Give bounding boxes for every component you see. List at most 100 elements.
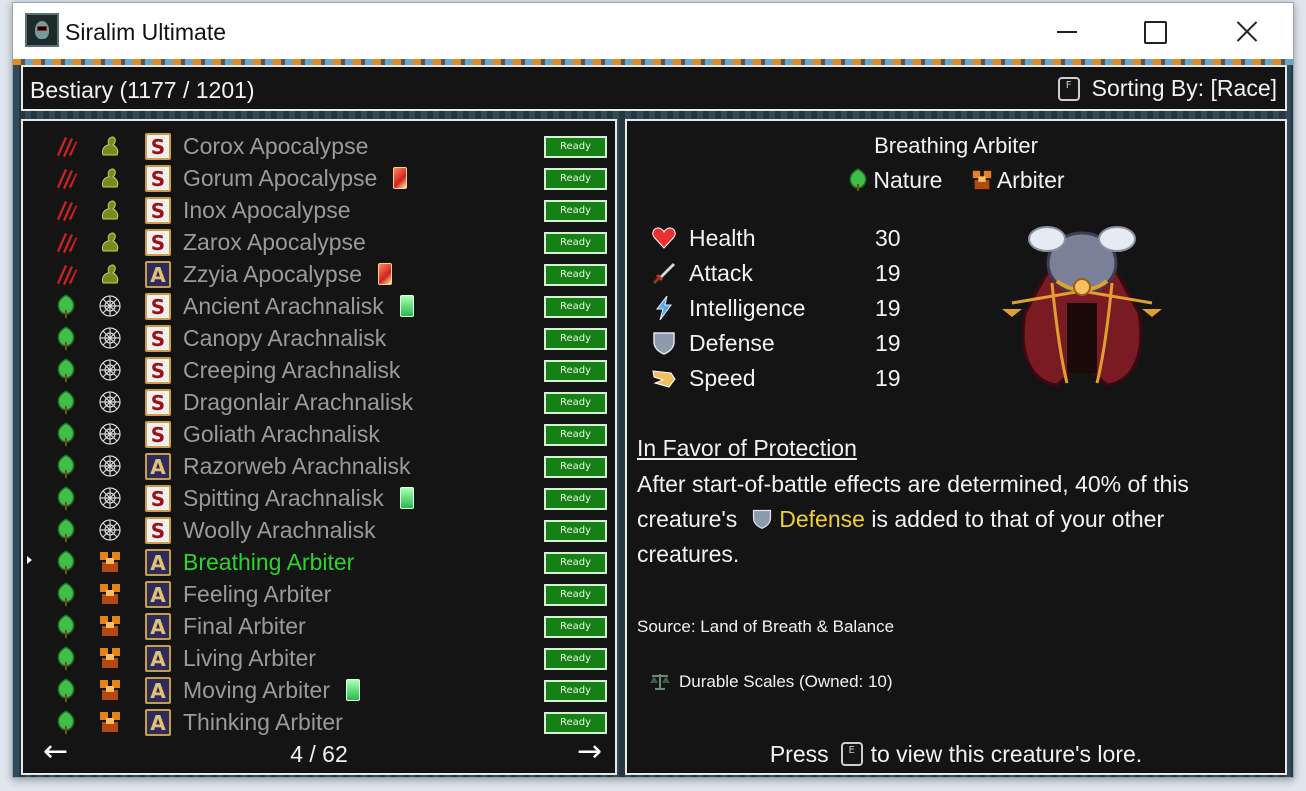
ready-badge[interactable]: Ready [544,360,607,382]
keyboard-key-icon: E [840,742,863,766]
list-item[interactable]: A Breathing Arbiter Ready [23,545,615,577]
ready-badge[interactable]: Ready [544,488,607,510]
ready-badge[interactable]: Ready [544,296,607,318]
ready-badge[interactable]: Ready [544,232,607,254]
list-item[interactable]: A Final Arbiter Ready [23,609,615,641]
ready-badge[interactable]: Ready [544,552,607,574]
nature-class-icon [57,582,75,606]
ready-badge[interactable]: Ready [544,392,607,414]
nature-class-icon [57,358,75,382]
minimize-button[interactable] [1019,3,1111,59]
list-item[interactable]: S Woolly Arachnalisk Ready [23,513,615,545]
ready-badge[interactable]: Ready [544,424,607,446]
ready-badge[interactable]: Ready [544,680,607,702]
stat-value: 30 [875,225,901,251]
list-item[interactable]: A Zzyia Apocalypse Ready [23,257,615,289]
list-item[interactable]: S Goliath Arachnalisk Ready [23,417,615,449]
nature-class-icon [57,294,75,318]
material-line: Durable Scales (Owned: 10) [649,671,893,693]
arachnalisk-race-icon [99,391,121,413]
ready-badge[interactable]: Ready [544,648,607,670]
title-bar[interactable]: Siralim Ultimate [13,3,1293,59]
maximize-button[interactable] [1109,3,1201,59]
rank-badge-icon: S [145,197,171,224]
nature-class-icon [57,454,75,478]
ready-badge[interactable]: Ready [544,616,607,638]
close-button[interactable] [1199,3,1291,59]
creature-detail-panel: Breathing Arbiter Nature Arbiter Health … [625,119,1287,775]
creature-name: Living Arbiter [183,645,316,671]
sort-control[interactable]: F Sorting By: [Race] [1057,75,1277,102]
stat-defense: Defense 19 [651,326,911,361]
arachnalisk-race-icon [99,455,121,477]
list-item[interactable]: A Living Arbiter Ready [23,641,615,673]
rank-badge-icon: S [145,517,171,544]
next-page-arrow-icon[interactable]: → [577,737,602,767]
red-card-icon [377,263,392,285]
trait-line: creature's Defense is added to that of yo… [637,506,1165,532]
ready-badge[interactable]: Ready [544,712,607,734]
creature-name: Spitting Arachnalisk [183,485,414,512]
sword-icon [652,263,675,285]
ready-badge[interactable]: Ready [544,584,607,606]
green-card-icon [399,487,414,509]
list-item[interactable]: A Razorweb Arachnalisk Ready [23,449,615,481]
rank-badge-icon: S [145,293,171,320]
creature-name: Gorum Apocalypse [183,165,408,192]
ready-badge[interactable]: Ready [544,200,607,222]
list-item[interactable]: S Corox Apocalypse Ready [23,129,615,161]
lightning-icon [655,295,672,321]
list-item[interactable]: S Zarox Apocalypse Ready [23,225,615,257]
ready-badge[interactable]: Ready [544,456,607,478]
arbiter-race-icon [100,584,120,604]
rank-badge-icon: A [145,581,171,608]
list-item[interactable]: S Canopy Arachnalisk Ready [23,321,615,353]
rank-badge-icon: A [145,549,171,576]
chaos-class-icon [57,265,77,285]
ready-badge[interactable]: Ready [544,520,607,542]
arbiter-race-icon [100,680,120,700]
ready-badge[interactable]: Ready [544,328,607,350]
ready-badge[interactable]: Ready [544,264,607,286]
apocalypse-race-icon [102,232,119,252]
trait-line: After start-of-battle effects are determ… [637,471,1189,497]
lore-prompt[interactable]: Press Eto view this creature's lore. [627,741,1285,768]
creature-list-panel: S Corox Apocalypse Ready S Gorum Apocalypse R… [21,119,617,775]
highlight-defense: Defense [779,506,865,532]
trait-line: creatures. [637,541,740,567]
chaos-class-icon [57,201,77,221]
list-item[interactable]: S Dragonlair Arachnalisk Ready [23,385,615,417]
rank-badge-icon: S [145,357,171,384]
stat-attack: Attack 19 [651,256,911,291]
ready-badge[interactable]: Ready [544,168,607,190]
list-item[interactable]: A Thinking Arbiter Ready [23,705,615,737]
app-window: Siralim Ultimate Bestiary (1177 / 1201) … [12,2,1294,778]
list-item[interactable]: S Spitting Arachnalisk Ready [23,481,615,513]
creature-name: Zzyia Apocalypse [183,261,392,288]
pager: ← 4 / 62 → [23,737,615,771]
apocalypse-race-icon [102,200,119,220]
shield-icon [753,509,772,529]
rank-badge-icon: A [145,709,171,736]
stat-value: 19 [875,260,901,286]
list-item[interactable]: S Creeping Arachnalisk Ready [23,353,615,385]
apocalypse-race-icon [102,264,119,284]
creature-name: Goliath Arachnalisk [183,421,380,447]
chaos-class-icon [57,137,77,157]
sort-label[interactable]: Sorting By: [Race] [1092,75,1277,102]
apocalypse-race-icon [102,136,119,156]
creature-name: Thinking Arbiter [183,709,343,735]
arbiter-race-icon [100,712,120,732]
ready-badge[interactable]: Ready [544,136,607,158]
list-item[interactable]: S Ancient Arachnalisk Ready [23,289,615,321]
chaos-class-icon [57,169,77,189]
stat-intelligence: Intelligence 19 [651,291,911,326]
list-item[interactable]: S Gorum Apocalypse Ready [23,161,615,193]
rank-badge-icon: A [145,677,171,704]
wing-icon [652,370,676,388]
rank-badge-icon: S [145,229,171,256]
list-item[interactable]: A Moving Arbiter Ready [23,673,615,705]
list-item[interactable]: S Inox Apocalypse Ready [23,193,615,225]
list-item[interactable]: A Feeling Arbiter Ready [23,577,615,609]
app-icon [25,13,59,47]
